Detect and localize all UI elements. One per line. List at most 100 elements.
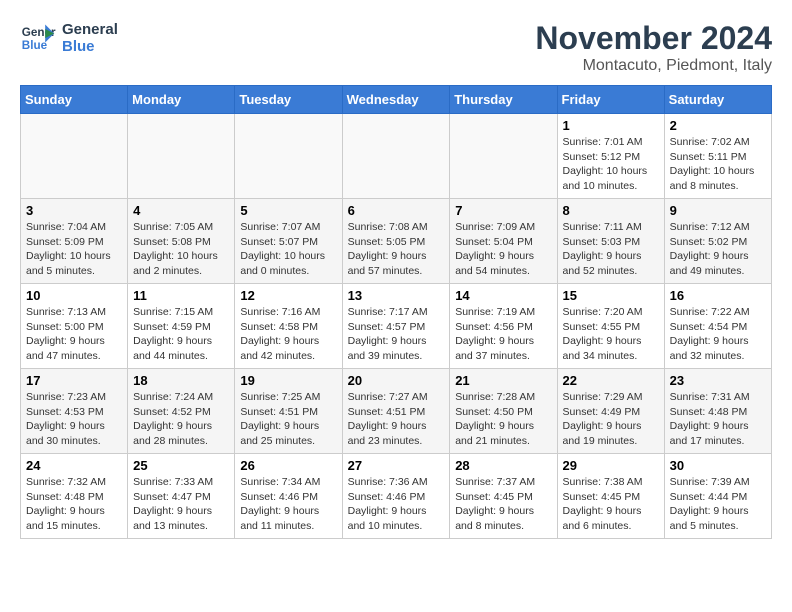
month-title: November 2024 [535, 20, 772, 57]
day-info: Sunrise: 7:07 AM Sunset: 5:07 PM Dayligh… [240, 220, 336, 279]
day-info: Sunrise: 7:15 AM Sunset: 4:59 PM Dayligh… [133, 305, 229, 364]
calendar-cell: 9 Sunrise: 7:12 AM Sunset: 5:02 PM Daylig… [664, 199, 771, 284]
calendar-cell: 19 Sunrise: 7:25 AM Sunset: 4:51 PM Dayli… [235, 369, 342, 454]
day-number: 24 [26, 458, 122, 473]
calendar-cell [342, 114, 450, 199]
day-number: 7 [455, 203, 551, 218]
logo-line1: General [62, 21, 118, 38]
day-info: Sunrise: 7:22 AM Sunset: 4:54 PM Dayligh… [670, 305, 766, 364]
header-tuesday: Tuesday [235, 86, 342, 114]
calendar-cell: 10 Sunrise: 7:13 AM Sunset: 5:00 PM Dayli… [21, 284, 128, 369]
calendar-cell [21, 114, 128, 199]
header-saturday: Saturday [664, 86, 771, 114]
calendar-cell: 29 Sunrise: 7:38 AM Sunset: 4:45 PM Dayli… [557, 454, 664, 539]
calendar-cell [450, 114, 557, 199]
calendar-cell: 12Sunrise: 7:16 AM Sunset: 4:58 PM Dayli… [235, 284, 342, 369]
calendar-cell: 14 Sunrise: 7:19 AM Sunset: 4:56 PM Dayli… [450, 284, 557, 369]
header-monday: Monday [128, 86, 235, 114]
day-info: Sunrise: 7:19 AM Sunset: 4:56 PM Dayligh… [455, 305, 551, 364]
day-number: 13 [348, 288, 445, 303]
calendar-cell: 4Sunrise: 7:05 AM Sunset: 5:08 PM Daylig… [128, 199, 235, 284]
day-number: 21 [455, 373, 551, 388]
header-sunday: Sunday [21, 86, 128, 114]
day-info: Sunrise: 7:23 AM Sunset: 4:53 PM Dayligh… [26, 390, 122, 449]
day-number: 18 [133, 373, 229, 388]
day-info: Sunrise: 7:37 AM Sunset: 4:45 PM Dayligh… [455, 475, 551, 534]
day-info: Sunrise: 7:08 AM Sunset: 5:05 PM Dayligh… [348, 220, 445, 279]
day-info: Sunrise: 7:36 AM Sunset: 4:46 PM Dayligh… [348, 475, 445, 534]
calendar-cell: 2Sunrise: 7:02 AM Sunset: 5:11 PM Daylig… [664, 114, 771, 199]
logo: General Blue General Blue [20, 20, 118, 56]
calendar-week-4: 17 Sunrise: 7:23 AM Sunset: 4:53 PM Dayli… [21, 369, 772, 454]
day-number: 14 [455, 288, 551, 303]
calendar-cell: 26Sunrise: 7:34 AM Sunset: 4:46 PM Dayli… [235, 454, 342, 539]
header-thursday: Thursday [450, 86, 557, 114]
day-number: 9 [670, 203, 766, 218]
calendar-cell: 15 Sunrise: 7:20 AM Sunset: 4:55 PM Dayli… [557, 284, 664, 369]
calendar-cell: 28 Sunrise: 7:37 AM Sunset: 4:45 PM Dayli… [450, 454, 557, 539]
day-info: Sunrise: 7:11 AM Sunset: 5:03 PM Dayligh… [563, 220, 659, 279]
calendar-cell: 24 Sunrise: 7:32 AM Sunset: 4:48 PM Dayli… [21, 454, 128, 539]
day-number: 25 [133, 458, 229, 473]
calendar-cell: 3 Sunrise: 7:04 AM Sunset: 5:09 PM Daylig… [21, 199, 128, 284]
day-info: Sunrise: 7:33 AM Sunset: 4:47 PM Dayligh… [133, 475, 229, 534]
day-number: 28 [455, 458, 551, 473]
day-number: 3 [26, 203, 122, 218]
calendar-cell: 30Sunrise: 7:39 AM Sunset: 4:44 PM Dayli… [664, 454, 771, 539]
day-number: 15 [563, 288, 659, 303]
day-info: Sunrise: 7:29 AM Sunset: 4:49 PM Dayligh… [563, 390, 659, 449]
day-info: Sunrise: 7:04 AM Sunset: 5:09 PM Dayligh… [26, 220, 122, 279]
day-number: 29 [563, 458, 659, 473]
day-info: Sunrise: 7:25 AM Sunset: 4:51 PM Dayligh… [240, 390, 336, 449]
calendar-cell: 16 Sunrise: 7:22 AM Sunset: 4:54 PM Dayli… [664, 284, 771, 369]
day-number: 1 [563, 118, 659, 133]
day-info: Sunrise: 7:20 AM Sunset: 4:55 PM Dayligh… [563, 305, 659, 364]
day-info: Sunrise: 7:09 AM Sunset: 5:04 PM Dayligh… [455, 220, 551, 279]
day-info: Sunrise: 7:12 AM Sunset: 5:02 PM Dayligh… [670, 220, 766, 279]
day-number: 20 [348, 373, 445, 388]
day-number: 12 [240, 288, 336, 303]
calendar-cell: 20Sunrise: 7:27 AM Sunset: 4:51 PM Dayli… [342, 369, 450, 454]
day-info: Sunrise: 7:32 AM Sunset: 4:48 PM Dayligh… [26, 475, 122, 534]
svg-text:Blue: Blue [22, 39, 48, 52]
day-info: Sunrise: 7:24 AM Sunset: 4:52 PM Dayligh… [133, 390, 229, 449]
calendar-week-5: 24 Sunrise: 7:32 AM Sunset: 4:48 PM Dayli… [21, 454, 772, 539]
day-info: Sunrise: 7:39 AM Sunset: 4:44 PM Dayligh… [670, 475, 766, 534]
calendar-cell: 6 Sunrise: 7:08 AM Sunset: 5:05 PM Daylig… [342, 199, 450, 284]
page-header: General Blue General Blue November 2024 … [20, 20, 772, 75]
day-info: Sunrise: 7:17 AM Sunset: 4:57 PM Dayligh… [348, 305, 445, 364]
calendar-cell: 17 Sunrise: 7:23 AM Sunset: 4:53 PM Dayli… [21, 369, 128, 454]
day-number: 4 [133, 203, 229, 218]
calendar-cell: 22 Sunrise: 7:29 AM Sunset: 4:49 PM Dayli… [557, 369, 664, 454]
header-wednesday: Wednesday [342, 86, 450, 114]
day-info: Sunrise: 7:13 AM Sunset: 5:00 PM Dayligh… [26, 305, 122, 364]
calendar-cell: 8Sunrise: 7:11 AM Sunset: 5:03 PM Daylig… [557, 199, 664, 284]
day-info: Sunrise: 7:28 AM Sunset: 4:50 PM Dayligh… [455, 390, 551, 449]
calendar-cell [235, 114, 342, 199]
calendar-cell: 25 Sunrise: 7:33 AM Sunset: 4:47 PM Dayli… [128, 454, 235, 539]
header-friday: Friday [557, 86, 664, 114]
calendar-cell: 11 Sunrise: 7:15 AM Sunset: 4:59 PM Dayli… [128, 284, 235, 369]
day-number: 17 [26, 373, 122, 388]
day-number: 16 [670, 288, 766, 303]
calendar-cell [128, 114, 235, 199]
calendar-cell: 13 Sunrise: 7:17 AM Sunset: 4:57 PM Dayli… [342, 284, 450, 369]
calendar-table: Sunday Monday Tuesday Wednesday Thursday… [20, 85, 772, 539]
day-number: 10 [26, 288, 122, 303]
calendar-week-2: 3 Sunrise: 7:04 AM Sunset: 5:09 PM Daylig… [21, 199, 772, 284]
calendar-cell: 7 Sunrise: 7:09 AM Sunset: 5:04 PM Daylig… [450, 199, 557, 284]
day-number: 27 [348, 458, 445, 473]
calendar-cell: 23Sunrise: 7:31 AM Sunset: 4:48 PM Dayli… [664, 369, 771, 454]
calendar-cell: 27 Sunrise: 7:36 AM Sunset: 4:46 PM Dayli… [342, 454, 450, 539]
day-info: Sunrise: 7:38 AM Sunset: 4:45 PM Dayligh… [563, 475, 659, 534]
day-number: 22 [563, 373, 659, 388]
day-info: Sunrise: 7:01 AM Sunset: 5:12 PM Dayligh… [563, 135, 659, 194]
logo-line2: Blue [62, 38, 118, 55]
day-info: Sunrise: 7:31 AM Sunset: 4:48 PM Dayligh… [670, 390, 766, 449]
day-number: 6 [348, 203, 445, 218]
logo-icon: General Blue [20, 20, 56, 56]
day-number: 19 [240, 373, 336, 388]
day-number: 11 [133, 288, 229, 303]
calendar-week-1: 1 Sunrise: 7:01 AM Sunset: 5:12 PM Daylig… [21, 114, 772, 199]
day-info: Sunrise: 7:02 AM Sunset: 5:11 PM Dayligh… [670, 135, 766, 194]
